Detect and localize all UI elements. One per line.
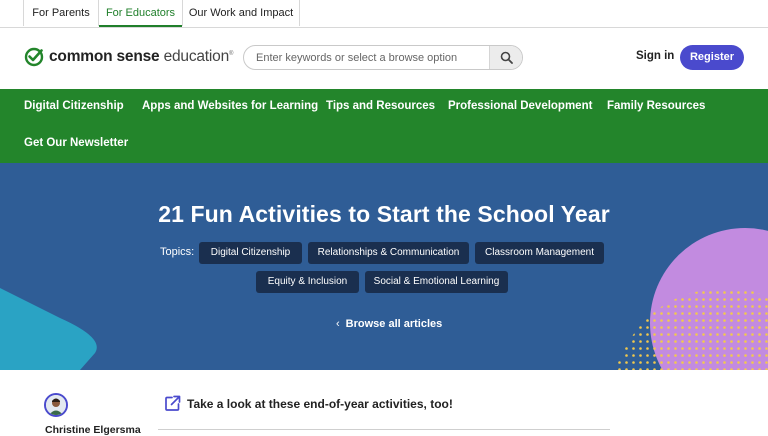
divider — [158, 429, 610, 430]
site-logo[interactable]: common sense education® — [24, 46, 233, 68]
author-photo — [46, 395, 66, 415]
topic-chip-equity-inclusion[interactable]: Equity & Inclusion — [256, 271, 359, 293]
search-input[interactable] — [244, 46, 490, 69]
topic-chip-social-emotional[interactable]: Social & Emotional Learning — [365, 271, 508, 293]
nav-newsletter[interactable]: Get Our Newsletter — [24, 137, 128, 149]
topic-chip-digital-citizenship[interactable]: Digital Citizenship — [199, 242, 302, 264]
nav-tips-resources[interactable]: Tips and Resources — [326, 100, 435, 112]
external-link-icon — [165, 395, 181, 411]
chevron-left-icon: ‹ — [336, 318, 340, 330]
audience-tabs: For Parents For Educators Our Work and I… — [0, 0, 768, 28]
page-title: 21 Fun Activities to Start the School Ye… — [158, 201, 610, 227]
search-button[interactable] — [489, 46, 522, 69]
search-icon — [500, 51, 513, 64]
topics-label: Topics: — [160, 246, 195, 258]
end-of-year-link[interactable]: Take a look at these end-of-year activit… — [164, 395, 453, 412]
main-nav: Digital Citizenship Apps and Websites fo… — [0, 89, 768, 163]
nav-digital-citizenship[interactable]: Digital Citizenship — [24, 100, 124, 112]
topic-chip-relationships[interactable]: Relationships & Communication — [308, 242, 469, 264]
nav-professional-development[interactable]: Professional Development — [448, 100, 592, 112]
registered-mark: ® — [229, 50, 234, 57]
author-avatar — [44, 393, 68, 417]
logo-text: common sense education® — [49, 48, 233, 66]
sign-in-link[interactable]: Sign in — [636, 50, 674, 62]
nav-family-resources[interactable]: Family Resources — [607, 100, 705, 112]
tab-our-work[interactable]: Our Work and Impact — [183, 0, 300, 26]
browse-label: Browse all articles — [345, 318, 443, 330]
search-box — [243, 45, 523, 70]
author-name: Christine Elgersma — [45, 424, 141, 436]
nav-apps-websites[interactable]: Apps and Websites for Learning — [142, 100, 318, 112]
browse-all-link[interactable]: ‹ Browse all articles — [336, 318, 442, 330]
hero-decoration — [0, 228, 768, 370]
topic-chip-classroom-management[interactable]: Classroom Management — [475, 242, 604, 264]
check-logo-icon — [24, 47, 44, 67]
tab-for-educators[interactable]: For Educators — [99, 0, 183, 27]
logo-text-bold: common sense — [49, 48, 160, 65]
register-button[interactable]: Register — [680, 45, 744, 70]
end-of-year-link-text: Take a look at these end-of-year activit… — [187, 396, 453, 411]
tab-for-parents[interactable]: For Parents — [23, 0, 99, 26]
hero-banner: 21 Fun Activities to Start the School Ye… — [0, 163, 768, 370]
logo-text-light: education — [163, 48, 230, 65]
